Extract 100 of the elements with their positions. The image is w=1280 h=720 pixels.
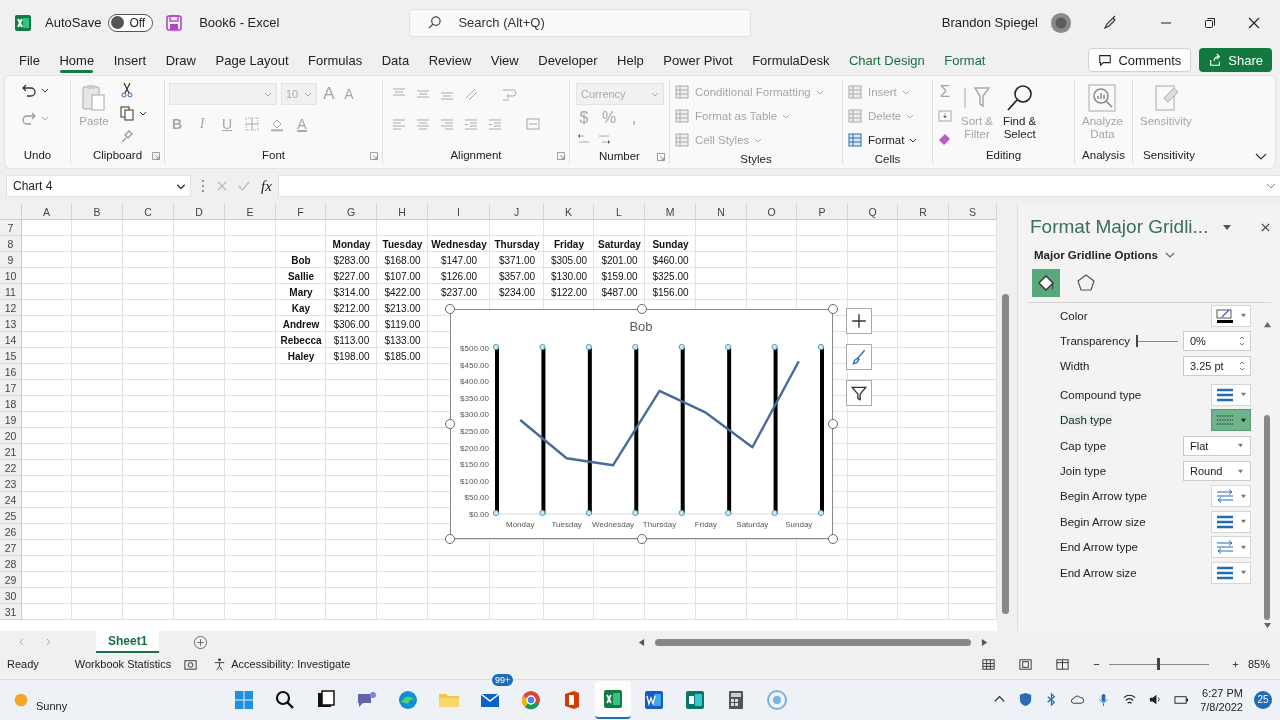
row-header[interactable]: 9 — [0, 252, 22, 268]
ribbon-tab[interactable]: View — [481, 47, 528, 73]
row-header[interactable]: 12 — [0, 300, 22, 316]
ribbon-tab[interactable]: Formulas — [299, 47, 372, 73]
clock-date[interactable]: 7/8/2022 — [1200, 699, 1243, 714]
column-header[interactable]: O — [747, 204, 797, 220]
row-header[interactable]: 21 — [0, 444, 22, 460]
row-header[interactable]: 17 — [0, 380, 22, 396]
dialog-launcher-icon[interactable] — [152, 152, 160, 160]
resize-handle[interactable] — [636, 304, 647, 314]
column-header[interactable]: Q — [848, 204, 898, 220]
notification-badge[interactable]: 25 — [1254, 690, 1272, 709]
gridline[interactable] — [727, 348, 732, 514]
ribbon-tab[interactable]: Format — [935, 47, 995, 73]
row-header[interactable]: 23 — [0, 476, 22, 492]
row-header[interactable]: 20 — [0, 428, 22, 444]
ribbon-tab[interactable]: Insert — [104, 47, 156, 73]
gridline[interactable] — [495, 348, 499, 514]
row-header[interactable]: 16 — [0, 364, 22, 380]
insert-function-button[interactable]: fx — [261, 177, 272, 195]
resize-handle[interactable] — [828, 304, 838, 314]
shield-icon[interactable] — [1018, 692, 1034, 707]
zoom-level[interactable]: 85% — [1247, 658, 1270, 670]
scroll-down-icon[interactable] — [1262, 622, 1272, 629]
row-header[interactable]: 26 — [0, 524, 22, 540]
redo-icon[interactable] — [21, 110, 37, 126]
color-picker-button[interactable] — [1211, 304, 1251, 327]
resize-handle[interactable] — [445, 534, 455, 544]
share-button[interactable]: Share — [1199, 48, 1272, 72]
chart-area[interactable]: Bob $0.00 $50.00 $100.00 $150.00 $200.00 $250.00 $300.00 $350.00 $400.00 $450.00 $500.00 Monday Tuesday Wednesday Thursday Friday Saturday Sunday — [450, 309, 833, 539]
cloud-icon[interactable] — [1070, 692, 1086, 707]
add-sheet-icon[interactable] — [193, 634, 209, 650]
ribbon-tab[interactable]: Home — [50, 47, 104, 73]
resize-handle[interactable] — [445, 419, 455, 429]
column-header[interactable]: J — [490, 204, 544, 220]
resize-handle[interactable] — [636, 534, 647, 544]
caret-icon[interactable] — [1222, 223, 1233, 231]
resize-handle[interactable] — [828, 534, 838, 544]
gridline[interactable] — [820, 348, 824, 514]
ribbon-tab[interactable]: Page Layout — [206, 47, 298, 73]
dialog-launcher-icon[interactable] — [557, 152, 565, 160]
row-header[interactable]: 14 — [0, 332, 22, 348]
sheet-tab[interactable]: Sheet1 — [96, 631, 160, 653]
row-header[interactable]: 22 — [0, 460, 22, 476]
search-field[interactable]: Search (Alt+Q) — [409, 8, 752, 37]
copy-icon[interactable] — [119, 105, 135, 121]
autosave-toggle[interactable]: Off — [108, 13, 154, 32]
zoom-in-icon[interactable] — [1230, 659, 1240, 669]
page-break-icon[interactable] — [1054, 656, 1070, 672]
column-header[interactable]: M — [645, 204, 696, 220]
gridline-selection-handles[interactable] — [492, 343, 825, 517]
column-header[interactable]: L — [594, 204, 645, 220]
column-header[interactable]: I — [428, 204, 490, 220]
gridline[interactable] — [587, 348, 592, 514]
scrollbar[interactable] — [1264, 415, 1270, 620]
brush-icon[interactable] — [119, 128, 135, 144]
gridline[interactable] — [680, 348, 685, 514]
row-header[interactable]: 25 — [0, 508, 22, 524]
line-style-button[interactable] — [1211, 409, 1251, 432]
weather-text[interactable]: Sunny — [36, 699, 68, 712]
ribbon-tab[interactable]: Data — [372, 47, 419, 73]
width-field[interactable]: 3.25 pt — [1183, 356, 1251, 377]
row-header[interactable]: 10 — [0, 268, 22, 284]
ribbon-tab[interactable]: FormulaDesk — [743, 47, 839, 73]
dialog-launcher-icon[interactable] — [370, 152, 378, 160]
expand-icon[interactable] — [1266, 182, 1276, 190]
row-header[interactable]: 8 — [0, 236, 22, 252]
scrollbar[interactable] — [655, 638, 972, 646]
arrow-style-button[interactable] — [1211, 485, 1251, 508]
column-header[interactable]: P — [797, 204, 848, 220]
column-header[interactable]: A — [22, 204, 72, 220]
formula-field[interactable] — [277, 175, 1280, 197]
row-header[interactable]: 18 — [0, 396, 22, 412]
caret-icon[interactable] — [41, 86, 49, 94]
scissors-icon[interactable] — [119, 82, 135, 98]
column-header[interactable]: G — [326, 204, 377, 220]
accessibility-button[interactable]: Accessibility: Investigate — [212, 656, 351, 672]
caret-icon[interactable] — [139, 109, 147, 117]
column-header[interactable]: F — [276, 204, 326, 220]
page-layout-icon[interactable] — [1017, 656, 1033, 672]
ribbon-button[interactable]: Find & Select — [1001, 80, 1039, 146]
ribbon-tab[interactable]: Power Pivot — [654, 47, 742, 73]
workbook-statistics-button[interactable]: Workbook Statistics — [74, 658, 172, 670]
column-header[interactable]: K — [544, 204, 594, 220]
row-header[interactable]: 29 — [0, 572, 22, 588]
column-header[interactable]: R — [898, 204, 949, 220]
close-icon[interactable] — [1260, 221, 1272, 233]
avatar-icon[interactable] — [1050, 11, 1072, 34]
row-header[interactable]: 24 — [0, 492, 22, 508]
save-icon[interactable] — [165, 13, 184, 32]
name-box[interactable]: Chart 4 — [6, 175, 191, 197]
row-header[interactable]: 15 — [0, 348, 22, 364]
options-dropdown[interactable]: Major Gridline Options — [1034, 249, 1175, 261]
ribbon-tab[interactable]: Draw — [156, 47, 205, 73]
arrow-style-button[interactable] — [1211, 536, 1251, 559]
column-header[interactable]: C — [123, 204, 174, 220]
column-header[interactable]: N — [696, 204, 747, 220]
scroll-up-icon[interactable] — [1262, 321, 1272, 328]
row-header[interactable]: 13 — [0, 316, 22, 332]
dialog-launcher-icon[interactable] — [657, 153, 665, 161]
